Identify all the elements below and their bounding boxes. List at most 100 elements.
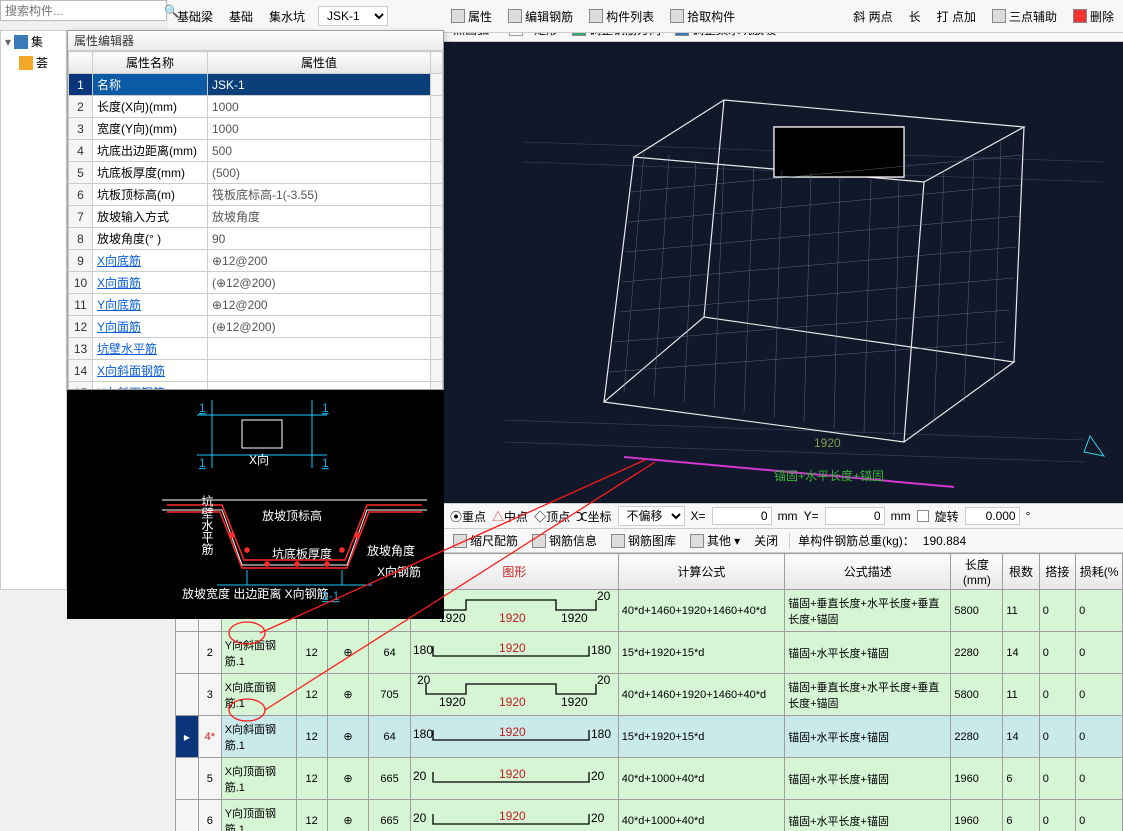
prop-value[interactable]: [208, 338, 431, 360]
prop-row[interactable]: 10X向面筋(⊕12@200): [69, 272, 443, 294]
rebar-l[interactable]: 705: [369, 674, 411, 716]
rebar-cnt[interactable]: 6: [1003, 758, 1039, 800]
offset-select[interactable]: 不偏移: [618, 506, 685, 526]
rebar-cnt[interactable]: 14: [1003, 632, 1039, 674]
prop-row[interactable]: 7放坡输入方式放坡角度: [69, 206, 443, 228]
prop-value[interactable]: 放坡角度: [208, 206, 431, 228]
rebar-loss[interactable]: 0: [1076, 632, 1123, 674]
top-tab-b[interactable]: 基础: [226, 6, 256, 27]
rebar-lap[interactable]: 0: [1039, 674, 1075, 716]
rebar-calc[interactable]: 40*d+1460+1920+1460+40*d: [618, 674, 784, 716]
btn-props[interactable]: 属性: [448, 6, 495, 27]
rebar-lvl[interactable]: ⊕: [327, 632, 369, 674]
rebar-row[interactable]: 2Y向斜面钢筋.112⊕64 180 1920 18015*d+1920+15*…: [176, 632, 1123, 674]
prop-row[interactable]: 9X向底筋⊕12@200: [69, 250, 443, 272]
snap-coord[interactable]: ⵋ坐标: [576, 508, 611, 525]
rebar-calc[interactable]: 40*d+1460+1920+1460+40*d: [618, 590, 784, 632]
rebar-row[interactable]: 3X向底面钢筋.112⊕705 20 1920 1920 1920 2040*d…: [176, 674, 1123, 716]
rebar-dia[interactable]: 12: [296, 758, 327, 800]
preview-2d[interactable]: 1 1 1 1 X向 坑壁水平筋 放坡顶标高 坑底板厚度 放坡角度 X向钢筋: [67, 390, 444, 619]
rebar-dia[interactable]: 12: [296, 674, 327, 716]
btn-del[interactable]: 删除: [1070, 6, 1117, 27]
tree-node-child[interactable]: 荟: [1, 52, 66, 73]
rebar-l[interactable]: 665: [369, 800, 411, 831]
rebar-l[interactable]: 64: [369, 716, 411, 758]
prop-row[interactable]: 15Y向斜面钢筋: [69, 382, 443, 390]
rebar-shape[interactable]: 180 1920 180: [410, 632, 618, 674]
rebar-shape[interactable]: 180 1920 180: [410, 716, 618, 758]
col-cnt[interactable]: 根数: [1003, 554, 1039, 590]
rebar-calc[interactable]: 40*d+1000+40*d: [618, 800, 784, 831]
rebar-lap[interactable]: 0: [1039, 758, 1075, 800]
prop-row[interactable]: 2长度(X向)(mm)1000: [69, 96, 443, 118]
prop-value[interactable]: (⊕12@200): [208, 316, 431, 338]
rebar-cnt[interactable]: 6: [1003, 800, 1039, 831]
prop-row[interactable]: 8放坡角度(° )90: [69, 228, 443, 250]
rebar-calc[interactable]: 40*d+1000+40*d: [618, 758, 784, 800]
col-loss[interactable]: 损耗(%: [1076, 554, 1123, 590]
viewport-3d[interactable]: 1920 锚固+水平长度+锚固: [444, 42, 1123, 503]
component-search[interactable]: 🔍: [0, 0, 167, 21]
snap-endpt[interactable]: ⦿重点: [450, 508, 486, 525]
top-select-component[interactable]: JSK-1: [318, 6, 388, 26]
prop-row[interactable]: 13坑壁水平筋: [69, 338, 443, 360]
rebar-loss[interactable]: 0: [1076, 800, 1123, 831]
prop-value[interactable]: 1000: [208, 96, 431, 118]
col-desc[interactable]: 公式描述: [785, 554, 951, 590]
component-tree[interactable]: ▾ 集 荟: [0, 30, 67, 590]
btn-scale-rebar[interactable]: 缩尺配筋: [450, 530, 521, 551]
col-calc[interactable]: 计算公式: [618, 554, 784, 590]
collapse-icon[interactable]: ▾: [5, 35, 11, 49]
rebar-lap[interactable]: 0: [1039, 590, 1075, 632]
search-icon[interactable]: 🔍: [164, 1, 179, 20]
rebar-row[interactable]: 6Y向顶面钢筋.112⊕665 20 1920 2040*d+1000+40*d…: [176, 800, 1123, 831]
col-len[interactable]: 长度(mm): [951, 554, 1003, 590]
prop-row[interactable]: 5坑底板厚度(mm)(500): [69, 162, 443, 184]
prop-row[interactable]: 6坑板顶标高(m)筏板底标高-1(-3.55): [69, 184, 443, 206]
rebar-loss[interactable]: 0: [1076, 674, 1123, 716]
rebar-dia[interactable]: 12: [296, 800, 327, 831]
btn-other[interactable]: 其他▾: [687, 530, 743, 551]
prop-value[interactable]: 筏板底标高-1(-3.55): [208, 184, 431, 206]
btn-addpt[interactable]: 打 点加: [934, 6, 979, 27]
rebar-row[interactable]: ▸4*X向斜面钢筋.112⊕64 180 1920 18015*d+1920+1…: [176, 716, 1123, 758]
rebar-shape[interactable]: 20 1920 1920 1920 20: [410, 674, 618, 716]
rebar-dia[interactable]: 12: [296, 716, 327, 758]
prop-value[interactable]: JSK-1: [208, 74, 431, 96]
snap-midpt[interactable]: △中点: [492, 508, 528, 525]
rebar-shape[interactable]: 20 1920 20: [410, 800, 618, 831]
rebar-shape[interactable]: 20 1920 20: [410, 758, 618, 800]
prop-value[interactable]: [208, 360, 431, 382]
x-input[interactable]: [712, 507, 772, 525]
top-tab-a[interactable]: 基础梁: [174, 6, 216, 27]
rebar-l[interactable]: 665: [369, 758, 411, 800]
col-lap[interactable]: 搭接: [1039, 554, 1075, 590]
prop-value[interactable]: ⊕12@200: [208, 250, 431, 272]
rebar-lap[interactable]: 0: [1039, 716, 1075, 758]
btn-pick[interactable]: 拾取构件: [667, 6, 738, 27]
btn-list[interactable]: 构件列表: [586, 6, 657, 27]
btn-3pt[interactable]: 三点辅助: [989, 6, 1060, 27]
rebar-calc[interactable]: 15*d+1920+15*d: [618, 632, 784, 674]
prop-value[interactable]: 1000: [208, 118, 431, 140]
prop-value[interactable]: 90: [208, 228, 431, 250]
rebar-cnt[interactable]: 11: [1003, 674, 1039, 716]
btn-rebar-lib[interactable]: 钢筋图库: [608, 530, 679, 551]
rebar-loss[interactable]: 0: [1076, 716, 1123, 758]
btn-rebar-info[interactable]: 钢筋信息: [529, 530, 600, 551]
prop-row[interactable]: 11Y向底筋⊕12@200: [69, 294, 443, 316]
btn-len[interactable]: 长: [906, 6, 924, 27]
rebar-cnt[interactable]: 14: [1003, 716, 1039, 758]
btn-edit-rebar[interactable]: 编辑钢筋: [505, 6, 576, 27]
btn-close[interactable]: 关闭: [751, 530, 781, 551]
rebar-row[interactable]: 5X向顶面钢筋.112⊕665 20 1920 2040*d+1000+40*d…: [176, 758, 1123, 800]
snap-vertex[interactable]: ◇顶点: [534, 508, 570, 525]
top-tab-c[interactable]: 集水坑: [266, 6, 308, 27]
prop-value[interactable]: [208, 382, 431, 390]
rebar-calc[interactable]: 15*d+1920+15*d: [618, 716, 784, 758]
prop-row[interactable]: 14X向斜面钢筋: [69, 360, 443, 382]
btn-endpt[interactable]: 斜 两点: [850, 6, 895, 27]
rebar-lvl[interactable]: ⊕: [327, 800, 369, 831]
rebar-lvl[interactable]: ⊕: [327, 674, 369, 716]
prop-row[interactable]: 12Y向面筋(⊕12@200): [69, 316, 443, 338]
